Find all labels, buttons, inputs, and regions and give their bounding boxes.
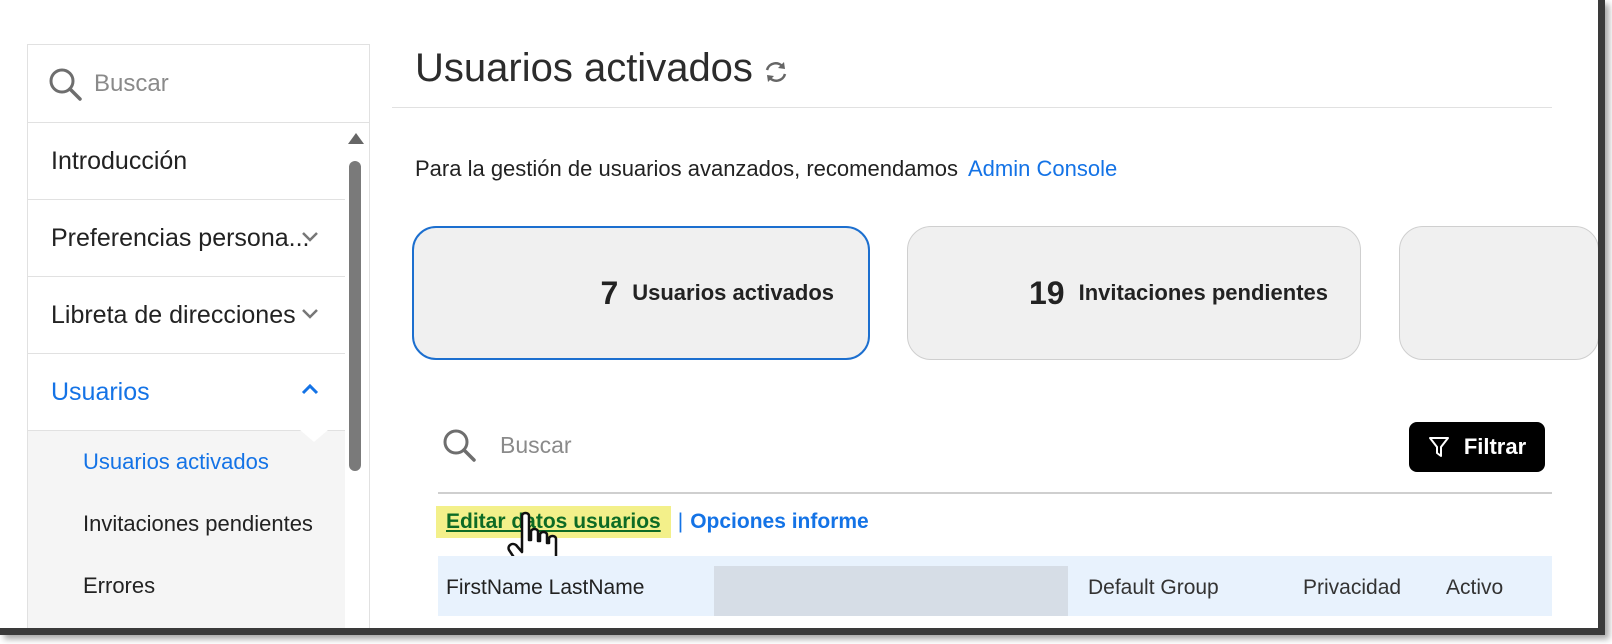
scroll-thumb[interactable] (349, 161, 361, 471)
column-header-group[interactable]: Default Group (1088, 576, 1219, 600)
app-window: Buscar Introducción Preferencias persona… (0, 0, 1605, 635)
sidebar-search-placeholder: Buscar (94, 69, 169, 97)
sidebar-submenu: Usuarios activados Invitaciones pendient… (28, 430, 345, 628)
search-divider (438, 492, 1552, 494)
link-separator: | (677, 510, 684, 533)
sidebar-item-label: Libreta de direcciones (51, 300, 296, 329)
page-title-text: Usuarios activados (415, 46, 753, 90)
sidebar-item-label: Introducción (51, 146, 188, 175)
sidebar-search[interactable]: Buscar (28, 45, 369, 123)
sidebar-subitem-errores[interactable]: Errores (28, 555, 345, 617)
card-count: 7 (600, 274, 619, 311)
sidebar-item-label: Usuarios (51, 377, 150, 406)
table-search-input[interactable]: Buscar (442, 428, 572, 462)
card-count: 19 (1029, 274, 1065, 311)
column-header-name[interactable]: FirstName LastName (446, 576, 644, 600)
intro-sentence: Para la gestión de usuarios avanzados, r… (415, 156, 958, 181)
redacted-column-header (714, 566, 1068, 616)
search-icon (49, 68, 82, 101)
sidebar-subitem-label: Errores (83, 573, 156, 598)
sidebar-item-usuarios[interactable]: Usuarios (28, 354, 345, 431)
sidebar-subitem-label: Invitaciones pendientes (83, 511, 313, 536)
sidebar-item-label: Preferencias persona... (51, 223, 310, 252)
action-links: Editar datos usuarios | Opciones informe (436, 506, 869, 538)
sidebar-subitem-invitaciones[interactable]: Invitaciones pendientes (28, 493, 345, 555)
filter-button-label: Filtrar (1463, 434, 1527, 459)
filter-button[interactable]: Filtrar (1409, 422, 1545, 472)
search-icon (443, 429, 476, 462)
scroll-up-arrow-icon[interactable] (348, 133, 364, 144)
card-partial[interactable] (1399, 226, 1598, 360)
column-header-privacy[interactable]: Privacidad (1303, 576, 1401, 600)
submenu-notch (300, 430, 328, 442)
sidebar-item-preferencias[interactable]: Preferencias persona... (28, 200, 345, 277)
title-divider (392, 107, 1552, 108)
intro-text: Para la gestión de usuarios avanzados, r… (415, 156, 1117, 182)
card-label: Invitaciones pendientes (1078, 280, 1328, 305)
filter-icon (1428, 437, 1449, 457)
card-invitaciones-pendientes[interactable]: 19 Invitaciones pendientes (907, 226, 1361, 360)
table-search-placeholder: Buscar (500, 431, 572, 458)
chevron-down-icon (302, 232, 318, 242)
report-options-link[interactable]: Opciones informe (690, 510, 869, 534)
page-title: Usuarios activados (415, 46, 789, 91)
chevron-up-icon (301, 383, 319, 395)
table-header-row: FirstName LastName Default Group Privaci… (438, 556, 1552, 616)
sidebar-subitem-label: Usuarios activados (83, 449, 269, 474)
admin-console-link[interactable]: Admin Console (968, 156, 1117, 181)
chevron-down-icon (302, 309, 318, 319)
sidebar-item-introduccion[interactable]: Introducción (28, 123, 345, 200)
card-label: Usuarios activados (632, 280, 834, 305)
sidebar-subitem-usuarios-activados[interactable]: Usuarios activados (28, 431, 345, 493)
sidebar-scrollbar[interactable] (347, 133, 364, 628)
column-header-active[interactable]: Activo (1446, 576, 1503, 600)
sidebar: Buscar Introducción Preferencias persona… (27, 44, 370, 628)
sidebar-item-libreta[interactable]: Libreta de direcciones (28, 277, 345, 354)
refresh-icon[interactable] (763, 59, 789, 85)
card-usuarios-activados[interactable]: 7 Usuarios activados (412, 226, 870, 360)
